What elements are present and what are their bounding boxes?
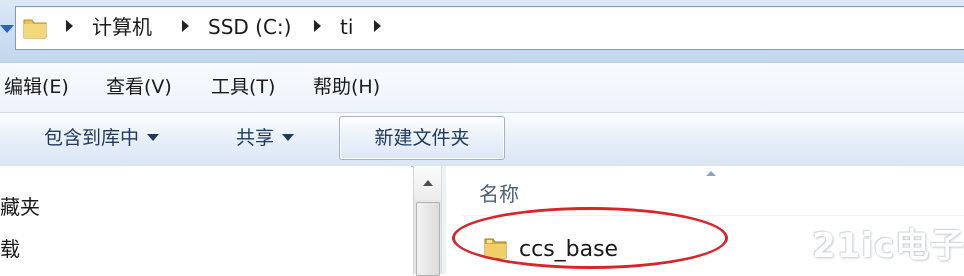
navigation-pane	[0, 166, 411, 274]
include-in-library-button[interactable]: 包含到库中	[44, 124, 160, 152]
include-in-library-label: 包含到库中	[44, 127, 140, 149]
share-label: 共享	[236, 127, 275, 149]
breadcrumb-separator-icon[interactable]	[374, 20, 381, 32]
header-divider	[462, 215, 964, 216]
chevron-up-icon	[423, 180, 433, 186]
column-header-name[interactable]: 名称	[479, 180, 519, 208]
back-dropdown-icon[interactable]	[0, 25, 14, 33]
nav-item-downloads[interactable]: 载	[0, 235, 20, 263]
menu-tools[interactable]: 工具(T)	[211, 74, 275, 100]
scroll-thumb[interactable]	[416, 202, 440, 276]
scroll-up-button[interactable]	[414, 166, 441, 200]
nav-item-favorites[interactable]: 藏夹	[0, 193, 40, 221]
share-button[interactable]: 共享	[236, 124, 295, 152]
breadcrumb-separator-icon[interactable]	[66, 20, 73, 32]
menu-edit[interactable]: 编辑(E)	[4, 74, 69, 100]
sort-ascending-icon	[706, 171, 716, 176]
breadcrumb-ssd-drive[interactable]: SSD (C:)	[208, 13, 291, 41]
folder-icon	[482, 233, 510, 261]
chevron-down-icon	[147, 133, 160, 141]
breadcrumb-separator-icon[interactable]	[182, 20, 189, 32]
new-folder-button[interactable]: 新建文件夹	[339, 116, 505, 160]
watermark: 21ic电子网	[812, 226, 964, 266]
address-bar[interactable]	[15, 6, 964, 50]
column-header-row	[446, 166, 964, 216]
file-name[interactable]: ccs_base	[519, 235, 618, 265]
breadcrumb-ti[interactable]: ti	[340, 13, 353, 41]
breadcrumb-computer[interactable]: 计算机	[92, 13, 152, 41]
menu-help[interactable]: 帮助(H)	[313, 74, 380, 100]
breadcrumb-separator-icon[interactable]	[314, 20, 321, 32]
menu-view[interactable]: 查看(V)	[106, 74, 172, 100]
chevron-down-icon	[282, 133, 295, 141]
folder-icon	[22, 14, 48, 40]
nav-scrollbar[interactable]	[413, 166, 441, 276]
